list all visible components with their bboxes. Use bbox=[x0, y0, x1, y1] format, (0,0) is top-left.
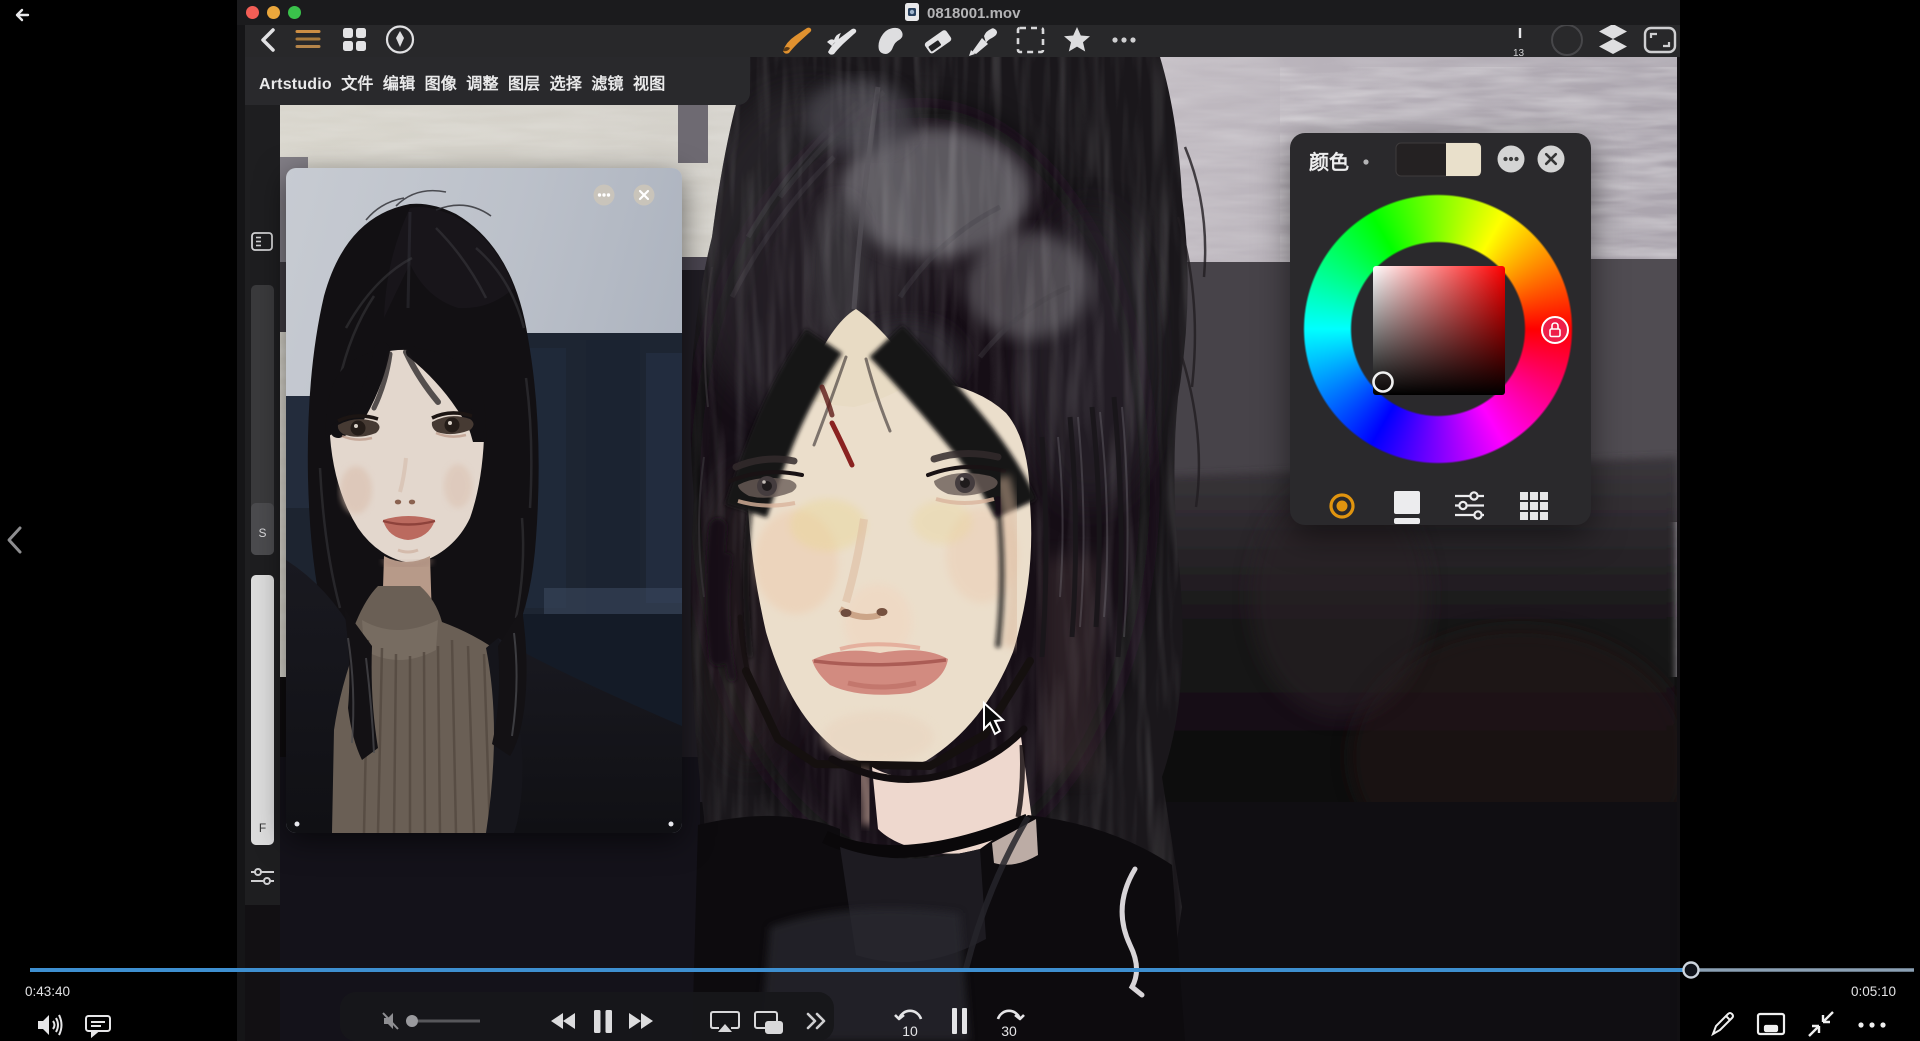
svg-text:30: 30 bbox=[1001, 1023, 1017, 1039]
svg-text:0:43:40: 0:43:40 bbox=[25, 984, 70, 999]
svg-text:0:05:10: 0:05:10 bbox=[1851, 984, 1896, 999]
svg-text:10: 10 bbox=[902, 1023, 918, 1039]
